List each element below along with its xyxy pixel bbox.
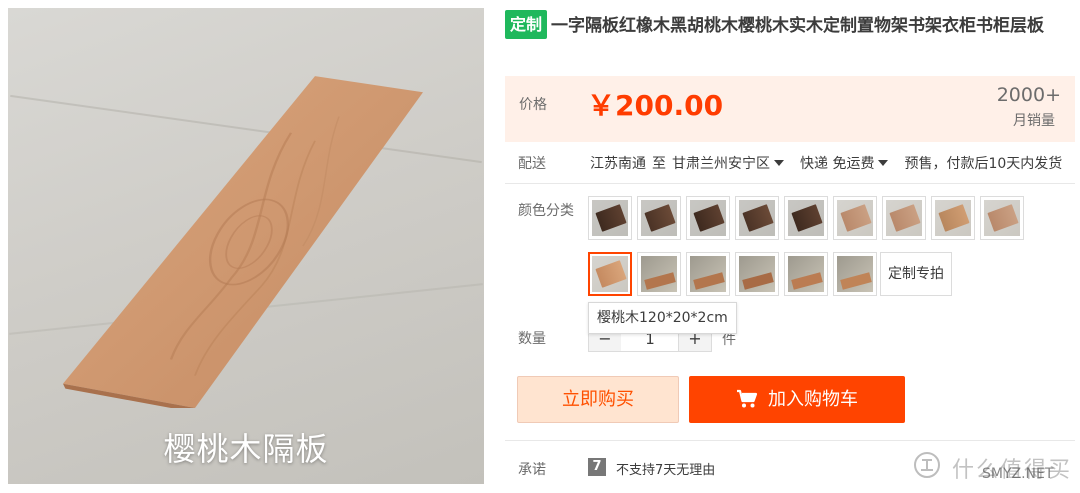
ship-method: 快递 免运费 xyxy=(800,156,875,172)
ship-destination: 甘肃兰州安宁区 xyxy=(672,156,770,172)
custom-order-option[interactable]: 定制专拍 xyxy=(880,252,952,296)
color-swatch[interactable] xyxy=(637,196,681,240)
shipping-info: 江苏南通至甘肃兰州安宁区 快递 免运费 预售，付款后10天内发货 xyxy=(590,153,1068,173)
divider xyxy=(505,183,1075,184)
product-photo[interactable]: 樱桃木隔板 xyxy=(8,8,484,484)
no-7-day-return-icon: 7 xyxy=(588,458,606,476)
chevron-down-icon xyxy=(774,160,784,166)
quantity-label: 数量 xyxy=(518,331,546,347)
product-title: 定制 一字隔板红橡木黑胡桃木樱桃木实木定制置物架书架衣柜书柜层板 xyxy=(505,10,1065,40)
price-label: 价格 xyxy=(519,97,547,113)
color-swatch[interactable] xyxy=(784,196,828,240)
ship-to-word: 至 xyxy=(652,156,666,172)
watermark-site: SMYZ.NET xyxy=(982,466,1054,482)
promise-label: 承诺 xyxy=(518,462,546,478)
ship-method-select[interactable]: 快递 免运费 xyxy=(800,156,898,172)
color-swatch[interactable] xyxy=(735,196,779,240)
add-to-cart-button[interactable]: 加入购物车 xyxy=(689,376,905,423)
product-title-text: 一字隔板红橡木黑胡桃木樱桃木实木定制置物架书架衣柜书柜层板 xyxy=(551,16,1045,36)
color-swatch[interactable] xyxy=(882,196,926,240)
cherry-wood-board-image xyxy=(63,76,423,408)
color-swatch[interactable] xyxy=(980,196,1024,240)
promise-text: 不支持7天无理由 xyxy=(616,463,716,478)
ship-from: 江苏南通 xyxy=(590,156,646,172)
product-title-block: 定制 一字隔板红橡木黑胡桃木樱桃木实木定制置物架书架衣柜书柜层板 xyxy=(505,10,1065,40)
chevron-down-icon xyxy=(878,160,889,166)
watermark-logo-icon xyxy=(914,452,940,478)
color-swatch[interactable] xyxy=(637,252,681,296)
color-swatch[interactable] xyxy=(686,196,730,240)
price-box: 价格 ￥200.00 2000+ 月销量 xyxy=(505,76,1075,142)
monthly-sales-count: 2000+ xyxy=(996,84,1061,106)
color-swatch[interactable] xyxy=(784,252,828,296)
color-swatch[interactable] xyxy=(686,252,730,296)
color-swatch[interactable] xyxy=(735,252,779,296)
price-value: ￥200.00 xyxy=(587,89,724,122)
buy-now-button[interactable]: 立即购买 xyxy=(517,376,679,423)
color-swatch-selected[interactable] xyxy=(588,252,632,296)
color-swatch[interactable] xyxy=(588,196,632,240)
shipping-label: 配送 xyxy=(518,156,546,172)
cart-icon xyxy=(737,389,758,408)
add-to-cart-label: 加入购物车 xyxy=(768,389,858,410)
ship-note: 预售，付款后10天内发货 xyxy=(904,156,1063,172)
color-swatch[interactable] xyxy=(931,196,975,240)
custom-tag: 定制 xyxy=(505,10,548,39)
color-swatch[interactable] xyxy=(833,196,877,240)
monthly-sales-label: 月销量 xyxy=(1013,113,1055,129)
swatch-tooltip: 樱桃木120*20*2cm xyxy=(588,302,737,334)
color-label: 颜色分类 xyxy=(518,203,574,219)
ship-destination-select[interactable]: 甘肃兰州安宁区 xyxy=(672,156,794,172)
photo-caption: 樱桃木隔板 xyxy=(163,430,329,468)
divider xyxy=(505,440,1075,441)
color-swatch[interactable] xyxy=(833,252,877,296)
